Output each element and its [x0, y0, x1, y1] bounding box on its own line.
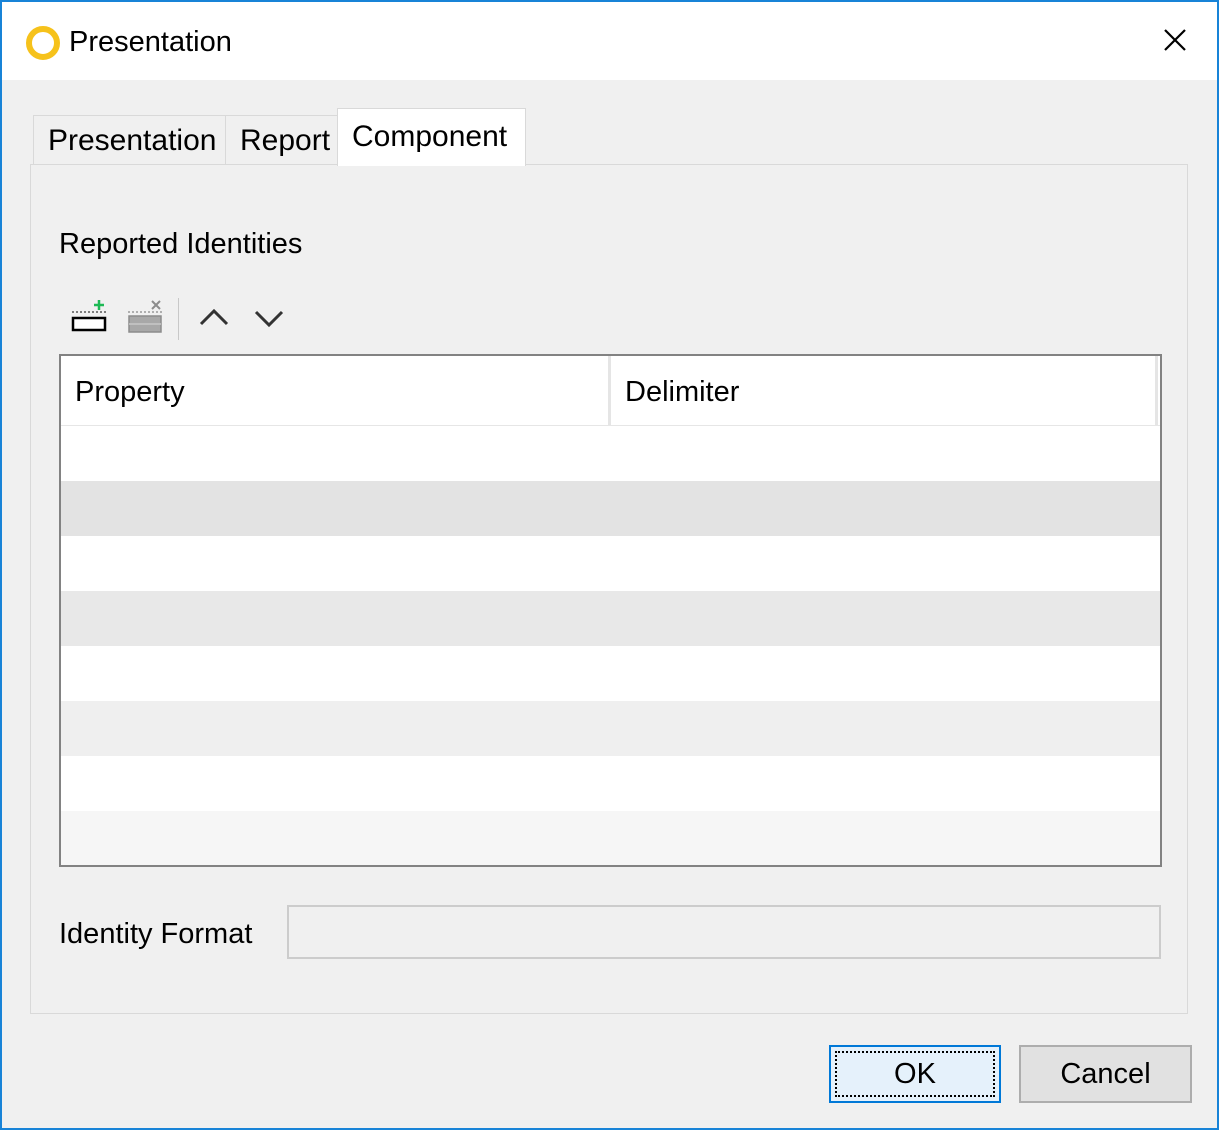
toolbar-separator	[178, 298, 179, 340]
table-row	[61, 701, 1160, 756]
table-header: Property Delimiter	[61, 356, 1160, 426]
move-down-button[interactable]	[247, 295, 291, 341]
identities-table[interactable]: Property Delimiter	[59, 354, 1162, 867]
table-row	[61, 811, 1160, 865]
cancel-button-label: Cancel	[1060, 1057, 1151, 1090]
table-row	[61, 426, 1160, 481]
dialog-window: Presentation Presentation Report Compone…	[0, 0, 1219, 1130]
ring-icon	[26, 26, 60, 60]
move-down-icon	[254, 310, 284, 328]
identity-format-field[interactable]	[287, 905, 1161, 959]
table-row	[61, 481, 1160, 536]
tab-component[interactable]: Component	[337, 108, 526, 166]
focus-ring	[835, 1051, 995, 1097]
add-row-icon	[71, 300, 107, 332]
title-bar: Presentation	[2, 2, 1217, 80]
close-button[interactable]	[1142, 10, 1208, 70]
tab-presentation[interactable]: Presentation	[33, 115, 226, 165]
remove-row-button[interactable]	[122, 295, 166, 341]
tab-report[interactable]: Report	[225, 115, 338, 165]
move-up-button[interactable]	[192, 295, 236, 341]
table-row	[61, 536, 1160, 591]
column-header-delimiter[interactable]: Delimiter	[611, 356, 1155, 425]
add-row-button[interactable]	[66, 295, 110, 341]
column-header-property[interactable]: Property	[61, 356, 608, 425]
column-divider	[1155, 356, 1158, 425]
table-row	[61, 756, 1160, 811]
identity-format-label: Identity Format	[59, 918, 253, 950]
move-up-icon	[199, 308, 229, 326]
ok-button[interactable]: OK	[829, 1045, 1001, 1103]
table-row	[61, 591, 1160, 646]
table-row	[61, 646, 1160, 701]
remove-row-icon	[128, 300, 162, 333]
window-title: Presentation	[69, 26, 232, 58]
reported-identities-label: Reported Identities	[59, 228, 303, 260]
close-icon	[1164, 29, 1186, 51]
cancel-button[interactable]: Cancel	[1019, 1045, 1192, 1103]
